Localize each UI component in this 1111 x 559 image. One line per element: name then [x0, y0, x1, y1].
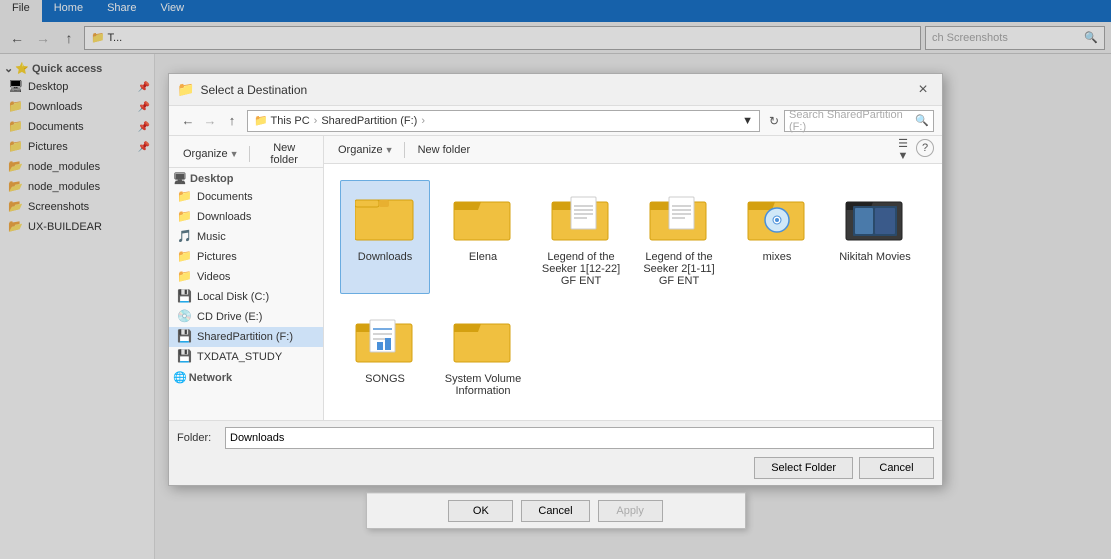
- folder-nikitah-icon: [845, 187, 905, 247]
- file-label-legend2: Legend of the Seeker 2[1-11] GF ENT: [639, 251, 719, 287]
- sidebar-network-icon: 🌐: [173, 371, 187, 384]
- folder-legend1-icon: [551, 187, 611, 247]
- dialog-search-icon: 🔍: [915, 114, 929, 127]
- select-destination-dialog: 📁 Select a Destination × ← → ↑ 📁 This PC…: [168, 73, 943, 486]
- folder-input[interactable]: [225, 427, 934, 449]
- organize-chevron2-icon: ▼: [385, 145, 394, 155]
- address-drive: SharedPartition (F:): [321, 115, 417, 127]
- file-label-legend1: Legend of the Seeker 1[12-22] GF ENT: [541, 251, 621, 287]
- select-folder-button[interactable]: Select Folder: [754, 457, 853, 479]
- sidebar-item-videos[interactable]: 📁 Videos: [169, 267, 323, 287]
- dialog-forward-btn[interactable]: →: [199, 110, 221, 132]
- file-area-organize-btn[interactable]: Organize ▼: [332, 142, 400, 158]
- dialog-up-btn[interactable]: ↑: [221, 110, 243, 132]
- file-grid-area: Downloads Elena: [324, 164, 942, 420]
- toolbar-separator: [249, 146, 250, 162]
- file-area-separator: [404, 142, 405, 158]
- dialog-title: Select a Destination: [200, 83, 912, 97]
- folder-label: Folder:: [177, 432, 225, 444]
- dialog-address-bar[interactable]: 📁 This PC › SharedPartition (F:) › ▼: [247, 110, 760, 132]
- folder-icon: 📁: [177, 189, 193, 205]
- file-label-songs: SONGS: [365, 373, 405, 385]
- file-label-downloads: Downloads: [358, 251, 412, 263]
- folder-legend2-icon: [649, 187, 709, 247]
- search-placeholder-text: Search SharedPartition (F:): [789, 109, 915, 133]
- sidebar-item-pictures[interactable]: 📁 Pictures: [169, 247, 323, 267]
- folder-icon: 📁: [177, 249, 193, 265]
- dialog-back-btn[interactable]: ←: [177, 110, 199, 132]
- sidebar-section-desktop[interactable]: 🖥 Desktop: [169, 168, 323, 187]
- dialog-content: Organize ▼ New folder 🖥 Desktop 📁 Docume…: [169, 136, 942, 420]
- folder-sysvolinfo-icon: [453, 309, 513, 369]
- drive-icon: 💾: [177, 289, 193, 305]
- drive-icon: 💾: [177, 329, 193, 345]
- file-item-elena[interactable]: Elena: [438, 180, 528, 294]
- folder-downloads-icon: [355, 187, 415, 247]
- file-item-sysvolinfo[interactable]: System Volume Information: [438, 302, 528, 404]
- organize-label: Organize: [183, 148, 228, 160]
- file-label-mixes: mixes: [763, 251, 792, 263]
- folder-icon: 📁: [177, 209, 193, 225]
- apply-button[interactable]: Apply: [598, 500, 663, 522]
- help-button[interactable]: ?: [916, 139, 934, 157]
- sidebar-item-documents[interactable]: 📁 Documents: [169, 187, 323, 207]
- file-grid: Downloads Elena: [332, 172, 934, 412]
- dialog-action-buttons: Select Folder Cancel: [177, 457, 934, 479]
- file-area-new-folder-btn[interactable]: New folder: [409, 141, 480, 159]
- dialog-file-toolbar: Organize ▼ New folder: [169, 140, 323, 168]
- sidebar-item-downloads[interactable]: 📁 Downloads: [169, 207, 323, 227]
- sidebar-item-music[interactable]: 🎵 Music: [169, 227, 323, 247]
- file-item-songs[interactable]: SONGS: [340, 302, 430, 404]
- sidebar-desktop-label: 🖥 Desktop: [173, 172, 233, 185]
- dialog-titlebar: 📁 Select a Destination ×: [169, 74, 942, 106]
- folder-input-row: Folder:: [177, 427, 934, 449]
- sidebar-item-txdata[interactable]: 💾 TXDATA_STUDY: [169, 347, 323, 367]
- dialog-search[interactable]: Search SharedPartition (F:) 🔍: [784, 110, 934, 132]
- sidebar-item-shared-partition[interactable]: 💾 SharedPartition (F:): [169, 327, 323, 347]
- cancel-bottom-button[interactable]: Cancel: [521, 500, 589, 522]
- dialog-toolbar: ← → ↑ 📁 This PC › SharedPartition (F:) ›…: [169, 106, 942, 136]
- file-item-mixes[interactable]: mixes: [732, 180, 822, 294]
- ok-button[interactable]: OK: [448, 500, 513, 522]
- new-folder-button[interactable]: New folder: [253, 139, 315, 169]
- address-this-pc: 📁 This PC: [254, 114, 310, 127]
- dialog-refresh-btn[interactable]: ↻: [764, 111, 784, 131]
- cd-icon: 💿: [177, 309, 193, 325]
- file-label-elena: Elena: [469, 251, 497, 263]
- folder-songs-icon: [355, 309, 415, 369]
- sidebar-item-cd-drive[interactable]: 💿 CD Drive (E:): [169, 307, 323, 327]
- titlebar-icon: 📁: [177, 81, 194, 98]
- folder-mixes-icon: [747, 187, 807, 247]
- dialog-close-button[interactable]: ×: [912, 79, 934, 101]
- file-item-legend2[interactable]: Legend of the Seeker 2[1-11] GF ENT: [634, 180, 724, 294]
- bottom-bar: OK Cancel Apply: [366, 492, 746, 529]
- sidebar-network-label: Network: [189, 372, 232, 384]
- view-options-btn[interactable]: ☰ ▼: [892, 139, 914, 161]
- folder-icon: 📁: [177, 269, 193, 285]
- organize-button[interactable]: Organize ▼: [177, 146, 245, 162]
- file-label-sysvolinfo: System Volume Information: [443, 373, 523, 397]
- folder-elena-icon: [453, 187, 513, 247]
- sidebar-item-local-disk[interactable]: 💾 Local Disk (C:): [169, 287, 323, 307]
- file-area-organize-label: Organize: [338, 144, 383, 156]
- file-area-toolbar: Organize ▼ New folder ☰ ▼ ?: [324, 136, 942, 164]
- file-item-legend1[interactable]: Legend of the Seeker 1[12-22] GF ENT: [536, 180, 626, 294]
- file-item-nikitah[interactable]: Nikitah Movies: [830, 180, 920, 294]
- music-icon: 🎵: [177, 229, 193, 245]
- dialog-cancel-button[interactable]: Cancel: [859, 457, 934, 479]
- file-item-downloads[interactable]: Downloads: [340, 180, 430, 294]
- dialog-overlay: 📁 Select a Destination × ← → ↑ 📁 This PC…: [0, 0, 1111, 559]
- sidebar-section-network[interactable]: 🌐 Network: [169, 367, 323, 386]
- view-controls: ☰ ▼ ?: [892, 139, 934, 161]
- organize-chevron-icon: ▼: [230, 149, 239, 159]
- dialog-footer: Folder: Select Folder Cancel: [169, 420, 942, 485]
- file-label-nikitah: Nikitah Movies: [839, 251, 911, 263]
- drive-icon: 💾: [177, 349, 193, 365]
- dialog-sidebar: Organize ▼ New folder 🖥 Desktop 📁 Docume…: [169, 136, 324, 420]
